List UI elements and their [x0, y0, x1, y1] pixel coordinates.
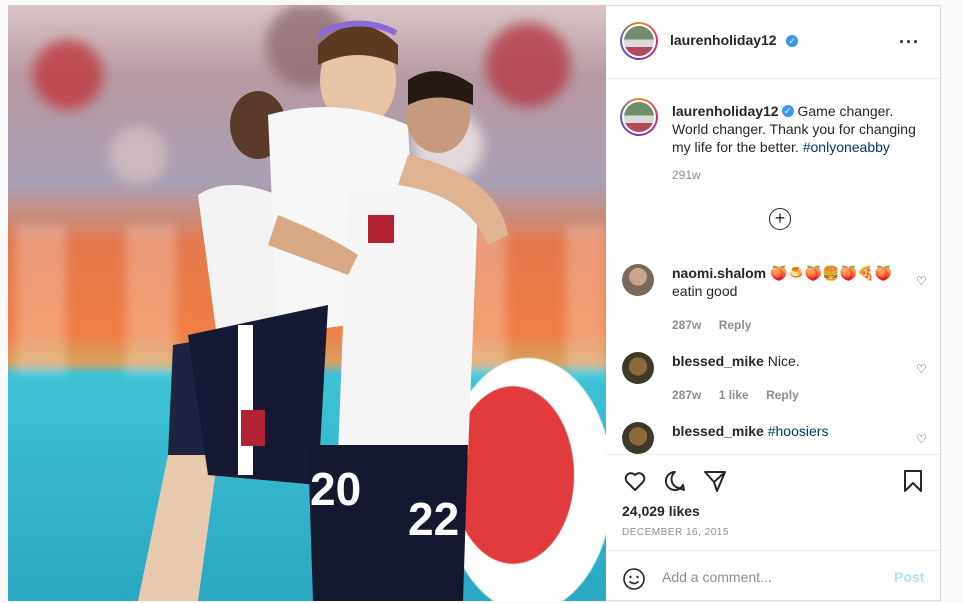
- comment-body: naomi.shalom 🍑🍮🍑🍔🍑🍕🍑 eatin good: [672, 264, 912, 300]
- verified-icon: ✓: [781, 105, 794, 118]
- post-header: laurenholiday12 ✓ ···: [606, 6, 940, 79]
- comment-item: blessed_mike #hoosiers ♡: [622, 422, 942, 454]
- comment-meta: 287w 1 like Reply: [672, 388, 813, 402]
- caption-hashtag[interactable]: #onlyoneabby: [803, 139, 890, 155]
- reply-button[interactable]: Reply: [719, 318, 752, 332]
- comment-text: Nice.: [767, 353, 800, 369]
- commenter-username[interactable]: blessed_mike: [672, 423, 764, 439]
- comment-input[interactable]: Add a comment...: [662, 569, 772, 585]
- post-photo[interactable]: 20 22: [8, 5, 606, 601]
- reply-button[interactable]: Reply: [766, 388, 799, 402]
- heart-icon[interactable]: [622, 469, 648, 493]
- bookmark-icon[interactable]: [902, 469, 924, 493]
- caption-avatar[interactable]: [620, 98, 658, 136]
- post-actions: 24,029 likes DECEMBER 16, 2015: [606, 454, 940, 551]
- jersey-number-22: 22: [408, 493, 459, 545]
- caption: laurenholiday12 ✓ Game changer. World cha…: [672, 102, 930, 184]
- comment-icon[interactable]: [662, 469, 688, 493]
- author-avatar[interactable]: [620, 22, 658, 60]
- comment-body: blessed_mike Nice.: [672, 352, 912, 370]
- comment-text: eatin good: [672, 283, 738, 299]
- commenter-avatar[interactable]: [622, 422, 654, 454]
- comment-item: blessed_mike Nice. 287w 1 like Reply ♡: [622, 352, 942, 402]
- comment-likes[interactable]: 1 like: [719, 388, 749, 402]
- heart-icon[interactable]: ♡: [916, 274, 927, 288]
- post-button[interactable]: Post: [894, 569, 924, 585]
- heart-icon[interactable]: ♡: [916, 362, 927, 376]
- verified-icon: ✓: [786, 35, 798, 47]
- share-icon[interactable]: [702, 469, 728, 493]
- add-comment-bar: Add a comment... Post: [606, 550, 940, 603]
- more-icon[interactable]: ···: [899, 33, 920, 51]
- comment-body: blessed_mike #hoosiers: [672, 422, 912, 440]
- caption-username[interactable]: laurenholiday12: [672, 103, 779, 119]
- comment-emoji: 🍑🍮🍑🍔🍑🍕🍑: [770, 265, 893, 281]
- comment-item: naomi.shalom 🍑🍮🍑🍔🍑🍕🍑 eatin good 287w Rep…: [622, 264, 942, 334]
- post-panel: laurenholiday12 ✓ ··· laurenholiday12 ✓ G…: [606, 5, 941, 601]
- players-illustration: 20 22: [138, 20, 508, 601]
- caption-time[interactable]: 291w: [672, 166, 930, 184]
- likes-count[interactable]: 24,029 likes: [622, 503, 700, 519]
- comment-hashtag[interactable]: #hoosiers: [768, 423, 829, 439]
- commenter-avatar[interactable]: [622, 352, 654, 384]
- comment-time[interactable]: 287w: [672, 318, 701, 332]
- author-username[interactable]: laurenholiday12: [670, 32, 777, 48]
- emoji-icon[interactable]: [622, 567, 646, 591]
- comment-meta: 287w Reply: [672, 318, 765, 332]
- post-date[interactable]: DECEMBER 16, 2015: [622, 527, 729, 538]
- commenter-avatar[interactable]: [622, 264, 654, 296]
- comment-time[interactable]: 287w: [672, 388, 701, 402]
- commenter-username[interactable]: blessed_mike: [672, 353, 764, 369]
- jersey-number-20: 20: [310, 463, 361, 515]
- commenter-username[interactable]: naomi.shalom: [672, 265, 766, 281]
- load-more-icon[interactable]: +: [769, 208, 791, 230]
- heart-icon[interactable]: ♡: [916, 432, 927, 446]
